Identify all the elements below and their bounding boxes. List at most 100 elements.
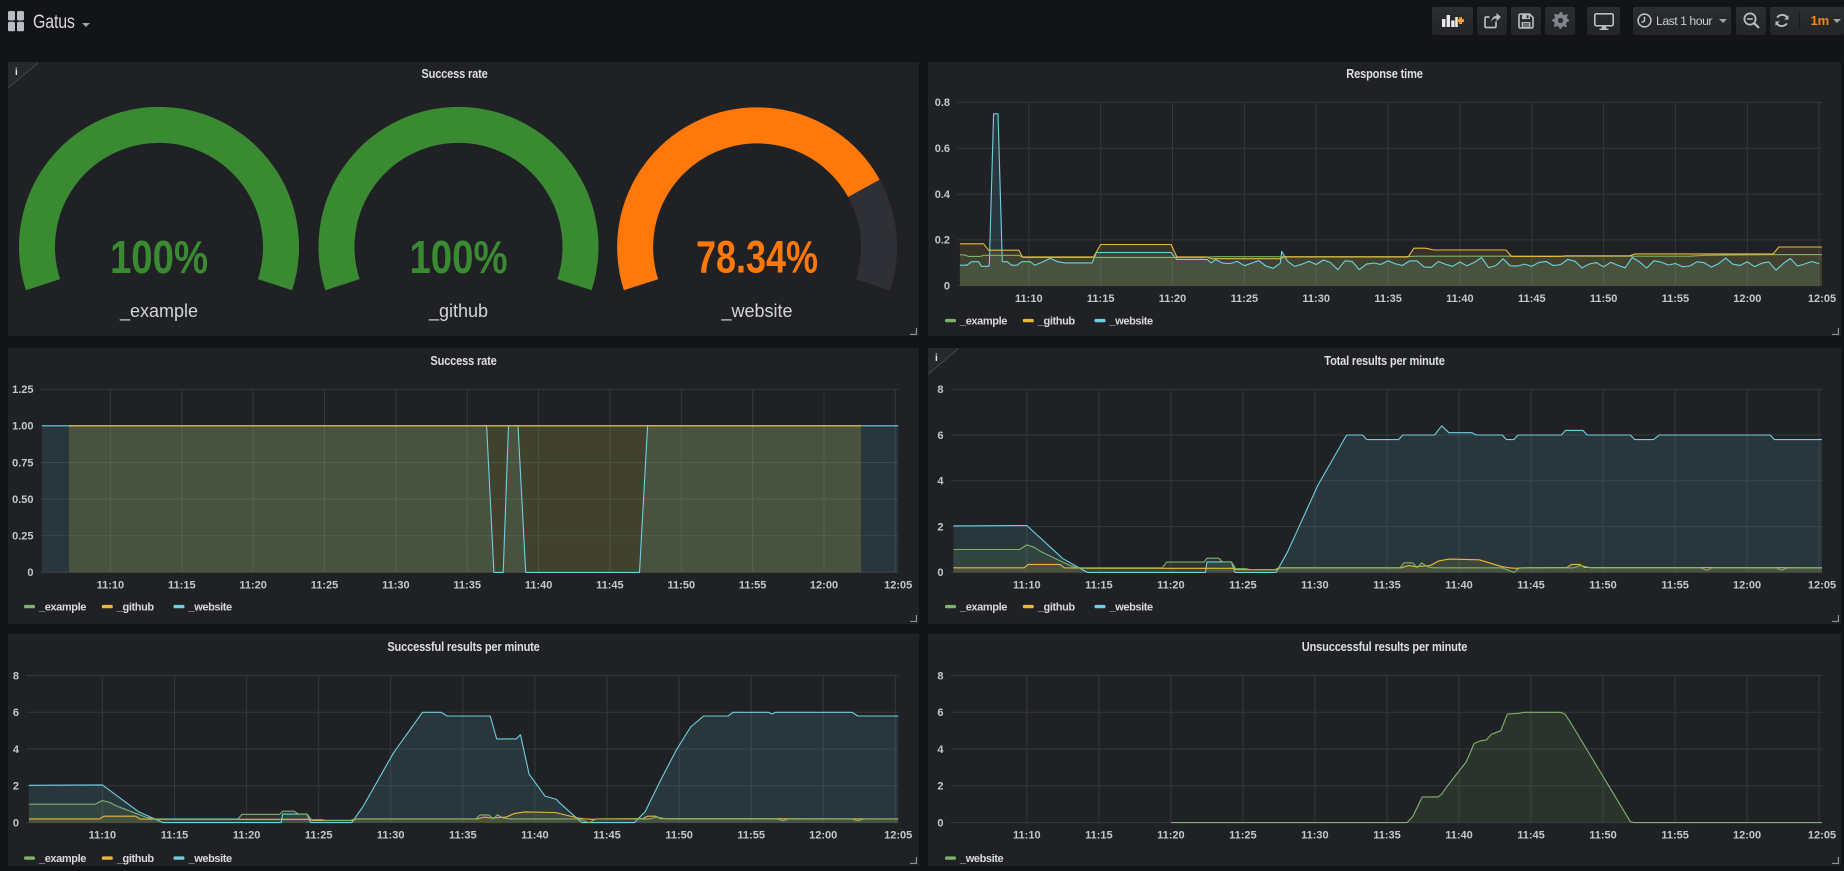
- svg-text:11:35: 11:35: [1373, 829, 1401, 841]
- svg-text:11:40: 11:40: [1446, 293, 1474, 305]
- svg-text:11:55: 11:55: [1662, 293, 1690, 305]
- svg-text:_example: _example: [38, 601, 86, 613]
- svg-text:_github: _github: [116, 601, 155, 613]
- svg-text:11:25: 11:25: [1229, 579, 1257, 591]
- svg-text:6: 6: [937, 707, 943, 719]
- svg-text:11:50: 11:50: [1590, 293, 1618, 305]
- svg-text:12:00: 12:00: [809, 829, 837, 841]
- svg-text:11:50: 11:50: [1589, 579, 1617, 591]
- svg-text:0.25: 0.25: [12, 531, 33, 543]
- svg-text:11:25: 11:25: [305, 829, 333, 841]
- svg-text:8: 8: [13, 670, 19, 682]
- svg-text:0.2: 0.2: [935, 235, 950, 247]
- svg-text:11:30: 11:30: [377, 829, 405, 841]
- svg-text:12:05: 12:05: [884, 829, 912, 841]
- svg-text:11:55: 11:55: [1661, 579, 1689, 591]
- svg-text:11:55: 11:55: [737, 829, 765, 841]
- svg-text:11:35: 11:35: [453, 579, 481, 591]
- svg-text:12:05: 12:05: [1808, 829, 1836, 841]
- svg-text:0.6: 0.6: [935, 143, 950, 155]
- svg-text:11:20: 11:20: [1159, 293, 1187, 305]
- svg-text:12:00: 12:00: [810, 579, 838, 591]
- svg-text:11:15: 11:15: [1087, 293, 1115, 305]
- svg-text:4: 4: [13, 744, 20, 756]
- svg-text:11:45: 11:45: [596, 579, 624, 591]
- svg-text:0.8: 0.8: [935, 97, 950, 109]
- svg-text:100%: 100%: [409, 232, 507, 283]
- svg-text:0: 0: [27, 567, 33, 579]
- svg-text:6: 6: [13, 707, 19, 719]
- svg-text:8: 8: [937, 384, 943, 396]
- svg-text:11:55: 11:55: [739, 579, 767, 591]
- svg-text:_github: _github: [428, 301, 488, 322]
- svg-text:11:45: 11:45: [1518, 293, 1546, 305]
- svg-text:_website: _website: [1109, 315, 1154, 327]
- svg-text:11:15: 11:15: [161, 829, 189, 841]
- svg-text:100%: 100%: [110, 232, 208, 283]
- svg-text:_example: _example: [38, 853, 86, 865]
- svg-text:11:20: 11:20: [1157, 829, 1185, 841]
- svg-text:11:45: 11:45: [1517, 579, 1545, 591]
- svg-text:0: 0: [937, 817, 943, 829]
- svg-text:1.25: 1.25: [12, 384, 33, 396]
- svg-text:11:40: 11:40: [521, 829, 549, 841]
- svg-text:11:45: 11:45: [1517, 829, 1545, 841]
- svg-text:11:30: 11:30: [1302, 293, 1330, 305]
- svg-text:0: 0: [937, 567, 943, 579]
- svg-text:11:25: 11:25: [1231, 293, 1259, 305]
- svg-text:12:00: 12:00: [1733, 829, 1761, 841]
- svg-text:11:20: 11:20: [239, 579, 267, 591]
- svg-text:11:25: 11:25: [311, 579, 339, 591]
- svg-text:_website: _website: [1109, 601, 1154, 613]
- svg-text:_website: _website: [720, 301, 792, 322]
- svg-text:11:40: 11:40: [525, 579, 553, 591]
- svg-text:0.75: 0.75: [12, 457, 33, 469]
- svg-text:12:05: 12:05: [1808, 293, 1836, 305]
- svg-text:0: 0: [944, 281, 950, 293]
- svg-text:11:15: 11:15: [168, 579, 196, 591]
- svg-text:i: i: [15, 67, 18, 78]
- svg-text:11:35: 11:35: [449, 829, 477, 841]
- svg-text:2: 2: [13, 781, 19, 793]
- svg-text:11:10: 11:10: [1013, 579, 1041, 591]
- svg-text:11:10: 11:10: [89, 829, 117, 841]
- svg-text:11:10: 11:10: [1015, 293, 1043, 305]
- svg-text:12:05: 12:05: [884, 579, 912, 591]
- svg-text:11:40: 11:40: [1445, 829, 1473, 841]
- svg-text:11:50: 11:50: [668, 579, 696, 591]
- svg-text:_github: _github: [116, 853, 155, 865]
- svg-text:0: 0: [13, 817, 19, 829]
- svg-text:_github: _github: [1037, 601, 1076, 613]
- svg-text:_example: _example: [959, 601, 1007, 613]
- svg-text:11:50: 11:50: [1589, 829, 1617, 841]
- svg-text:11:45: 11:45: [593, 829, 621, 841]
- svg-text:11:10: 11:10: [97, 579, 125, 591]
- svg-text:11:50: 11:50: [665, 829, 693, 841]
- svg-text:_example: _example: [959, 315, 1007, 327]
- svg-text:11:20: 11:20: [1157, 579, 1185, 591]
- svg-text:2: 2: [937, 781, 943, 793]
- svg-text:4: 4: [937, 476, 944, 488]
- svg-text:6: 6: [937, 430, 943, 442]
- svg-text:0.4: 0.4: [935, 189, 951, 201]
- svg-text:0.50: 0.50: [12, 494, 33, 506]
- svg-text:11:20: 11:20: [233, 829, 261, 841]
- svg-text:i: i: [935, 353, 938, 364]
- svg-text:_website: _website: [188, 853, 233, 865]
- svg-text:_example: _example: [119, 301, 198, 322]
- svg-text:4: 4: [937, 744, 944, 756]
- svg-text:11:35: 11:35: [1374, 293, 1402, 305]
- svg-text:11:35: 11:35: [1373, 579, 1401, 591]
- svg-text:11:25: 11:25: [1229, 829, 1257, 841]
- svg-text:12:00: 12:00: [1733, 293, 1761, 305]
- svg-text:12:00: 12:00: [1733, 579, 1761, 591]
- svg-text:11:55: 11:55: [1661, 829, 1689, 841]
- svg-text:11:30: 11:30: [1301, 579, 1329, 591]
- svg-text:11:30: 11:30: [382, 579, 410, 591]
- svg-text:11:10: 11:10: [1013, 829, 1041, 841]
- svg-text:_github: _github: [1037, 315, 1076, 327]
- svg-text:1.00: 1.00: [12, 421, 33, 433]
- svg-text:78.34%: 78.34%: [696, 232, 818, 283]
- svg-text:11:15: 11:15: [1085, 829, 1113, 841]
- svg-text:12:05: 12:05: [1808, 579, 1836, 591]
